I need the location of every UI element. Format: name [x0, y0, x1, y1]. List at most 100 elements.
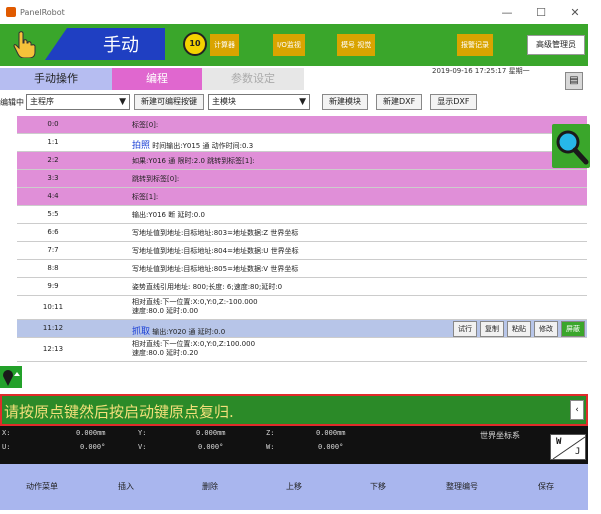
row-command-line2: 速度:80.0 延时:0.20 [132, 349, 199, 357]
row-command: 输出:Y016 断 延时:0.0 [132, 211, 205, 219]
program-row[interactable]: 0:0 标签[0]: [17, 116, 587, 134]
row-command: 相对直线:下一位置:X:0,Y:0,Z:100.000 速度:80.0 延时:0.… [132, 340, 255, 358]
app-title: PanelRobot [20, 7, 65, 17]
row-command: 跳转到标签[0]: [132, 175, 180, 183]
row-number: 11:12 [42, 324, 64, 332]
delete-button[interactable]: 删除 [168, 464, 252, 510]
mold-vision-button[interactable]: 模号 视觉 [337, 34, 376, 56]
datetime-display: 2019-09-16 17:25:17 星期一 [432, 67, 530, 75]
close-button[interactable]: ✕ [558, 6, 592, 19]
row-command: 抓取 输出:Y020 通 延时:0.0 [132, 324, 225, 337]
row-command: 写地址值到地址:目标地址:803=地址数据:Z 世界坐标 [132, 229, 299, 237]
program-select[interactable]: 主程序 ▼ [26, 94, 130, 110]
program-list: 0:0 标签[0]: 1:1 拍照 时间输出:Y015 通 动作时间:0.3 2… [17, 116, 587, 362]
program-row[interactable]: 1:1 拍照 时间输出:Y015 通 动作时间:0.3 [17, 134, 587, 152]
row-command-line2: 速度:80.0 延时:0.00 [132, 307, 199, 315]
tab-manual[interactable]: 手动操作 [0, 68, 112, 90]
joint-mode-label: J [575, 447, 581, 457]
program-row[interactable]: 6:6 写地址值到地址:目标地址:803=地址数据:Z 世界坐标 [17, 224, 587, 242]
modify-button[interactable]: 修改 [534, 321, 558, 337]
tab-program[interactable]: 编程 [112, 68, 202, 90]
maximize-button[interactable]: ☐ [524, 6, 558, 19]
chevron-down-icon: ▼ [119, 97, 126, 107]
paste-button[interactable]: 粘贴 [507, 321, 531, 337]
title-bar: PanelRobot — ☐ ✕ [0, 0, 592, 24]
insert-button[interactable]: 插入 [84, 464, 168, 510]
editing-label: 编辑中 [0, 97, 24, 107]
tab-settings[interactable]: 参数设定 [202, 68, 304, 90]
main-tabs: 手动操作 编程 参数设定 2019-09-16 17:25:17 星期一 ▤ [0, 66, 588, 90]
coord-value-z: 0.000mm [316, 429, 346, 437]
move-down-button[interactable]: 下移 [336, 464, 420, 510]
row-command-line1: 相对直线:下一位置:X:0,Y:0,Z:-100.000 [132, 298, 258, 306]
program-row[interactable]: 3:3 跳转到标签[0]: [17, 170, 587, 188]
disable-button[interactable]: 屏蔽 [561, 321, 585, 337]
program-row[interactable]: 2:2 如果:Y016 通 限时:2.0 跳转到标签[1]: [17, 152, 587, 170]
row-command: 标签[1]: [132, 193, 159, 201]
program-row[interactable]: 10:11 相对直线:下一位置:X:0,Y:0,Z:-100.000 速度:80.… [17, 296, 587, 320]
row-command-line1: 相对直线:下一位置:X:0,Y:0,Z:100.000 [132, 340, 256, 348]
new-module-button[interactable]: 新建模块 [322, 94, 368, 110]
row-number: 2:2 [47, 156, 59, 164]
mode-banner: 手动 [45, 28, 165, 60]
row-number: 1:1 [47, 138, 59, 146]
test-run-button[interactable]: 试行 [453, 321, 477, 337]
status-message: 请按原点键然后按启动键原点复归. [4, 403, 234, 421]
collapse-message-button[interactable]: ‹ [570, 400, 584, 420]
copy-button[interactable]: 复制 [480, 321, 504, 337]
row-command: 如果:Y016 通 限时:2.0 跳转到标签[1]: [132, 157, 255, 165]
admin-button[interactable]: 高级管理员 [527, 35, 585, 55]
row-command: 姿势直线引用地址: 800;长度: 6;速度:80;延时:0 [132, 283, 283, 291]
top-status-bar: 手动 10 计算器 I/O监视 模号 视觉 报警记录 高级管理员 [0, 24, 588, 66]
module-select-value: 主模块 [212, 97, 236, 106]
row-keyword: 抓取 [132, 327, 151, 337]
world-mode-label: W [556, 437, 562, 447]
program-row[interactable]: 12:13 相对直线:下一位置:X:0,Y:0,Z:100.000 速度:80.0… [17, 338, 587, 362]
row-number: 9:9 [47, 282, 59, 290]
row-number: 0:0 [47, 120, 59, 128]
program-row[interactable]: 9:9 姿势直线引用地址: 800;长度: 6;速度:80;延时:0 [17, 278, 587, 296]
bottom-action-bar: 动作菜单 插入 删除 上移 下移 整理编号 保存 [0, 464, 588, 510]
module-select[interactable]: 主模块 ▼ [208, 94, 310, 110]
minimize-button[interactable]: — [490, 6, 524, 19]
alarm-record-button[interactable]: 报警记录 [457, 34, 493, 56]
coord-axis-label: X: [2, 429, 11, 437]
program-row[interactable]: 8:8 写地址值到地址:目标地址:805=地址数据:V 世界坐标 [17, 260, 587, 278]
new-dxf-button[interactable]: 新建DXF [376, 94, 423, 110]
window-controls: — ☐ ✕ [490, 6, 592, 19]
position-marker-icon[interactable] [0, 366, 22, 388]
action-menu-button[interactable]: 动作菜单 [0, 464, 84, 510]
row-number: 6:6 [47, 228, 59, 236]
chevron-down-icon: ▼ [299, 97, 306, 107]
speed-badge[interactable]: 10 [183, 32, 207, 56]
program-row[interactable]: 7:7 写地址值到地址:目标地址:804=地址数据:U 世界坐标 [17, 242, 587, 260]
coord-axis-label: W: [266, 443, 275, 451]
coord-value-x: 0.000mm [76, 429, 106, 437]
move-up-button[interactable]: 上移 [252, 464, 336, 510]
coord-value-u: 0.000° [80, 443, 106, 451]
renumber-button[interactable]: 整理编号 [420, 464, 504, 510]
calculator-button[interactable]: 计算器 [210, 34, 239, 56]
row-number: 12:13 [42, 345, 64, 353]
coord-axis-label: Y: [138, 429, 147, 437]
coord-value-y: 0.000mm [196, 429, 226, 437]
row-command: 写地址值到地址:目标地址:805=地址数据:V 世界坐标 [132, 265, 299, 273]
magnifier-icon[interactable] [550, 122, 592, 170]
new-programmable-key-button[interactable]: 新建可编程按键 [134, 94, 204, 110]
io-monitor-button[interactable]: I/O监视 [273, 34, 305, 56]
save-button[interactable]: 保存 [504, 464, 588, 510]
program-row[interactable]: 5:5 输出:Y016 断 延时:0.0 [17, 206, 587, 224]
row-command: 标签[0]: [132, 121, 159, 129]
coord-value-v: 0.000° [198, 443, 224, 451]
show-dxf-button[interactable]: 显示DXF [430, 94, 477, 110]
row-command: 相对直线:下一位置:X:0,Y:0,Z:-100.000 速度:80.0 延时:0… [132, 298, 258, 316]
notebook-icon[interactable]: ▤ [565, 72, 583, 90]
app-logo-icon [6, 7, 16, 17]
row-command-text: 时间输出:Y015 通 动作时间:0.3 [150, 142, 254, 150]
program-row-selected[interactable]: 11:12 抓取 输出:Y020 通 延时:0.0 试行 复制 粘贴 修改 屏蔽 [17, 320, 587, 338]
coord-axis-label: Z: [266, 429, 275, 437]
program-row[interactable]: 4:4 标签[1]: [17, 188, 587, 206]
coordinate-toggle[interactable]: W J [550, 434, 586, 460]
hand-pointer-icon[interactable] [12, 30, 36, 58]
coord-axis-label: V: [138, 443, 147, 451]
